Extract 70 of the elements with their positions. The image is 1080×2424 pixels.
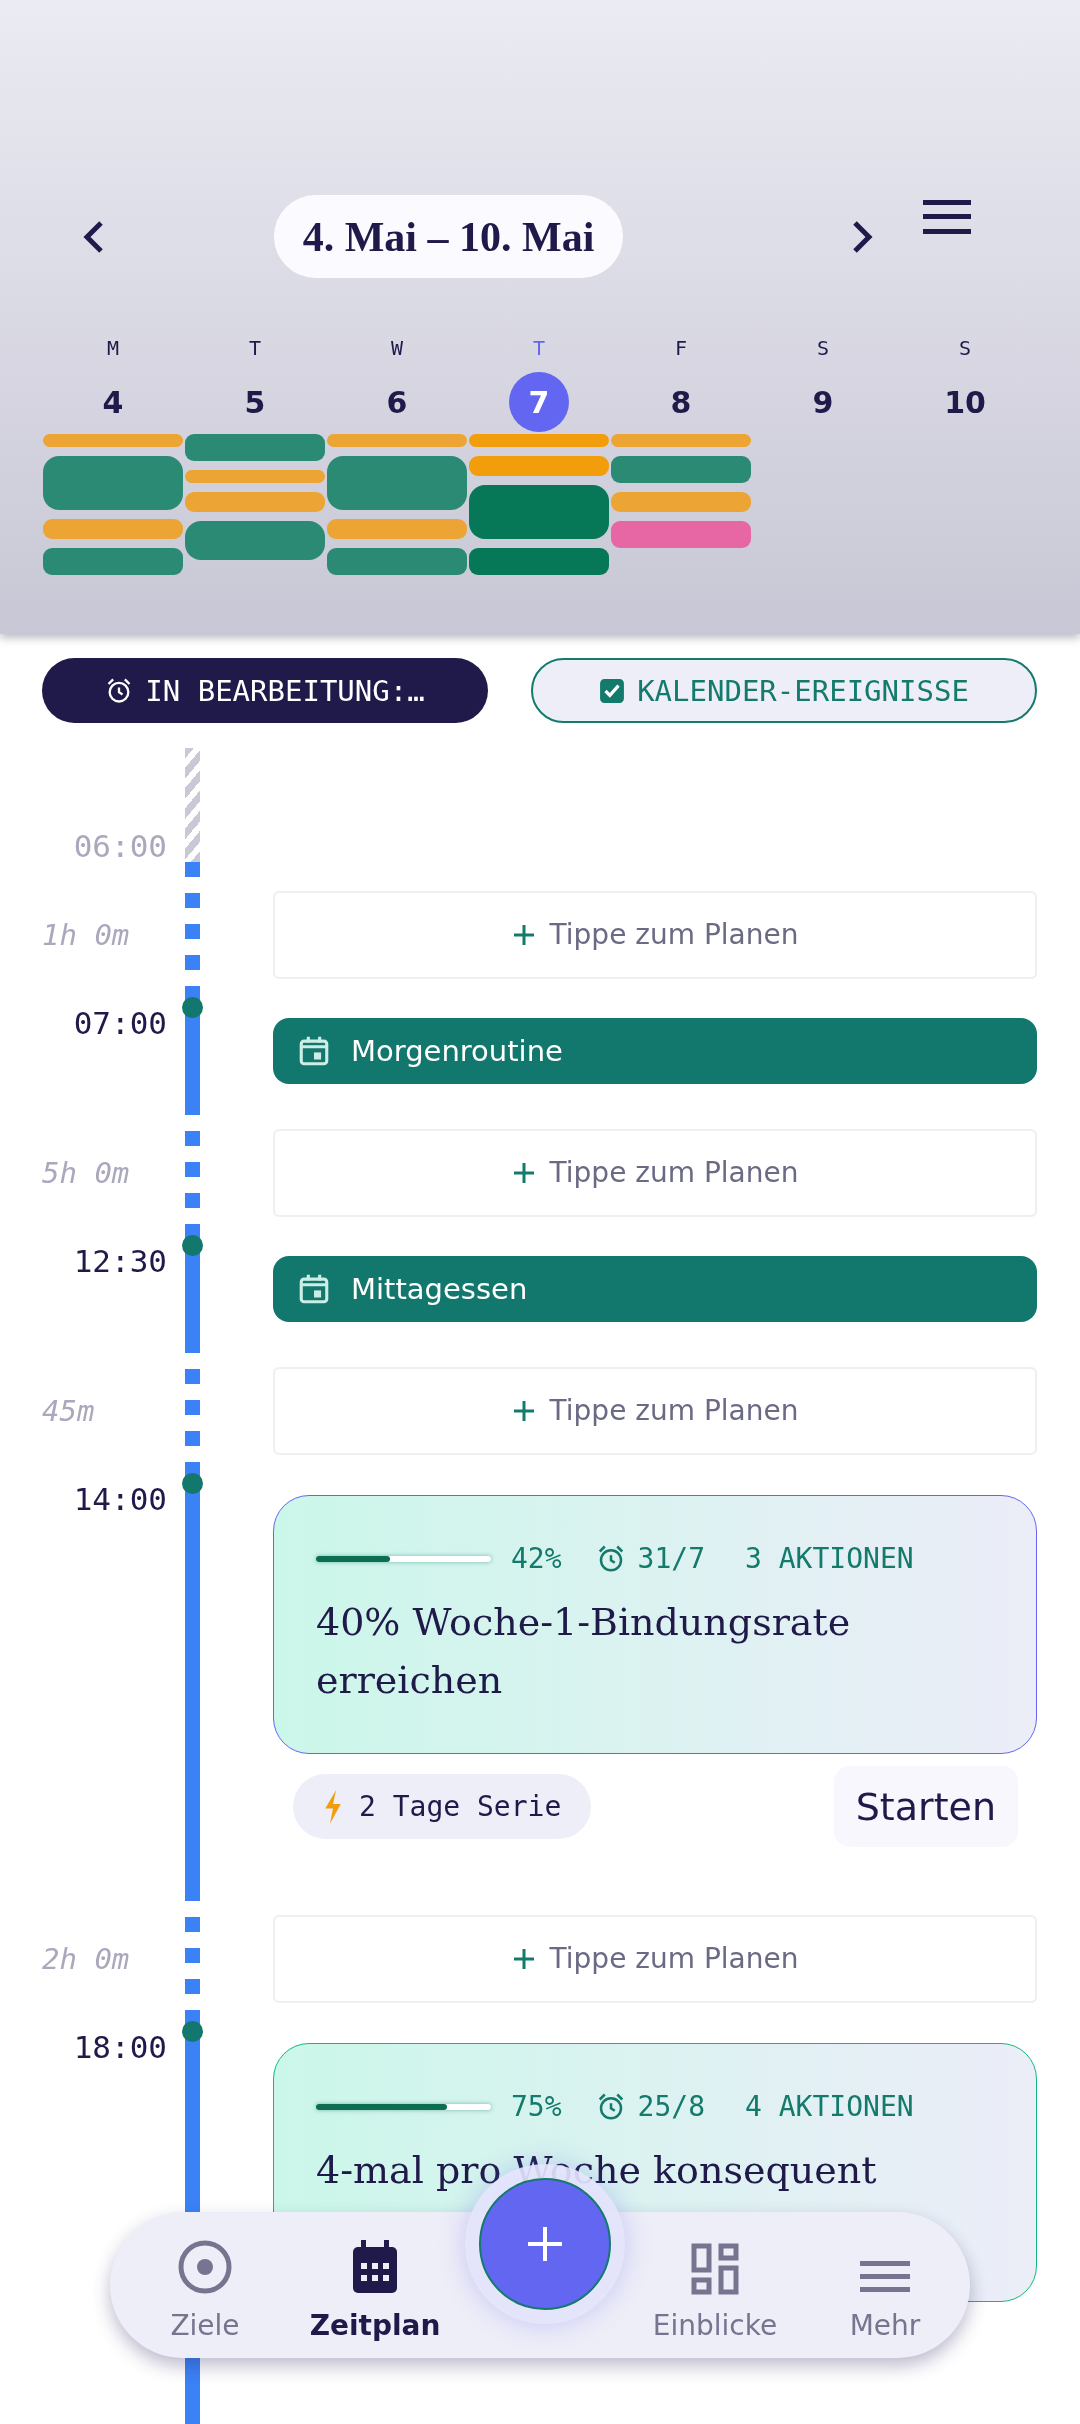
duration-label: 1h 0m [42, 917, 130, 952]
deadline-date: 25/8 [637, 2090, 705, 2123]
weekday-label: T [532, 336, 545, 360]
action-count: 3 AKTIONEN [745, 1542, 914, 1575]
chevron-left-icon [83, 218, 105, 255]
time-label: 06:00 [73, 830, 167, 862]
plus-icon [511, 922, 536, 947]
plus-icon [511, 1946, 536, 1971]
calendar-icon [351, 2239, 399, 2295]
duration-label: 2h 0m [42, 1941, 130, 1976]
goal-card[interactable]: 42% 31/7 3 AKTIONEN 40% Woche-1-Bindungsrate erreichen [273, 1495, 1037, 1754]
plan-slot-button[interactable]: Tippe zum Planen [273, 1366, 1037, 1455]
progress-percent: 75% [511, 2090, 562, 2123]
day-number[interactable]: 7 [509, 372, 569, 432]
time-label: 14:00 [73, 1483, 167, 1519]
duration-label: 45m [42, 1393, 95, 1428]
plan-slot-button[interactable]: Tippe zum Planen [273, 1914, 1037, 2003]
lightning-icon [323, 1789, 343, 1824]
event-bar[interactable] [185, 434, 325, 461]
calendar-events-toggle[interactable]: KALENDER-EREIGNISSE [531, 658, 1037, 723]
event-bar[interactable] [327, 456, 467, 510]
timeline-dot [182, 1235, 203, 1256]
event-bar[interactable] [611, 456, 751, 483]
start-button[interactable]: Starten [833, 1766, 1018, 1847]
calendar-icon [297, 1034, 331, 1068]
time-label: 12:30 [73, 1245, 167, 1281]
plus-icon [511, 1398, 536, 1423]
day-number[interactable]: 10 [935, 372, 995, 432]
day-number[interactable]: 8 [651, 372, 711, 432]
goal-title: 40% Woche-1-Bindungsrate erreichen [316, 1599, 852, 1704]
event-bar[interactable] [43, 456, 183, 510]
weekday-label: F [674, 336, 687, 360]
weekday-label: T [248, 336, 261, 360]
calendar-event[interactable]: Mittagessen [273, 1256, 1037, 1322]
event-bar[interactable] [469, 548, 609, 575]
deadline-date: 31/7 [637, 1542, 705, 1575]
time-label: 18:00 [73, 2031, 167, 2067]
plus-icon [511, 1160, 536, 1185]
time-label: 07:00 [73, 1007, 167, 1043]
streak-badge: 2 Tage Serie [293, 1774, 592, 1839]
in-progress-filter[interactable]: IN BEARBEITUNG:… [42, 658, 488, 723]
event-bar[interactable] [43, 548, 183, 575]
weekday-label: S [958, 336, 971, 360]
plan-slot-button[interactable]: Tippe zum Planen [273, 1128, 1037, 1217]
plan-slot-button[interactable]: Tippe zum Planen [273, 890, 1037, 979]
action-count: 4 AKTIONEN [745, 2090, 914, 2123]
week-range-title[interactable]: 4. Mai – 10. Mai [274, 195, 623, 278]
weekday-label: M [106, 336, 119, 360]
day-number[interactable]: 4 [83, 372, 143, 432]
event-bar[interactable] [327, 548, 467, 575]
day-number[interactable]: 5 [225, 372, 285, 432]
event-bar[interactable] [469, 485, 609, 539]
plus-icon [525, 2224, 565, 2264]
menu-icon[interactable] [923, 200, 971, 234]
calendar-icon [297, 1272, 331, 1306]
duration-label: 5h 0m [42, 1155, 130, 1190]
day-number[interactable]: 6 [367, 372, 427, 432]
day-number[interactable]: 9 [793, 372, 853, 432]
calendar-event[interactable]: Morgenroutine [273, 1018, 1037, 1084]
dashboard-icon [691, 2243, 739, 2295]
chevron-right-icon [851, 218, 873, 255]
weekday-label: S [816, 336, 829, 360]
event-bar[interactable] [185, 521, 325, 560]
menu-icon [860, 2259, 910, 2295]
timeline-dot [182, 997, 203, 1018]
timeline-dot [182, 1473, 203, 1494]
target-icon [177, 2239, 233, 2295]
weekday-label: W [390, 336, 403, 360]
timeline-dot [182, 2021, 203, 2042]
progress-percent: 42% [511, 1542, 562, 1575]
